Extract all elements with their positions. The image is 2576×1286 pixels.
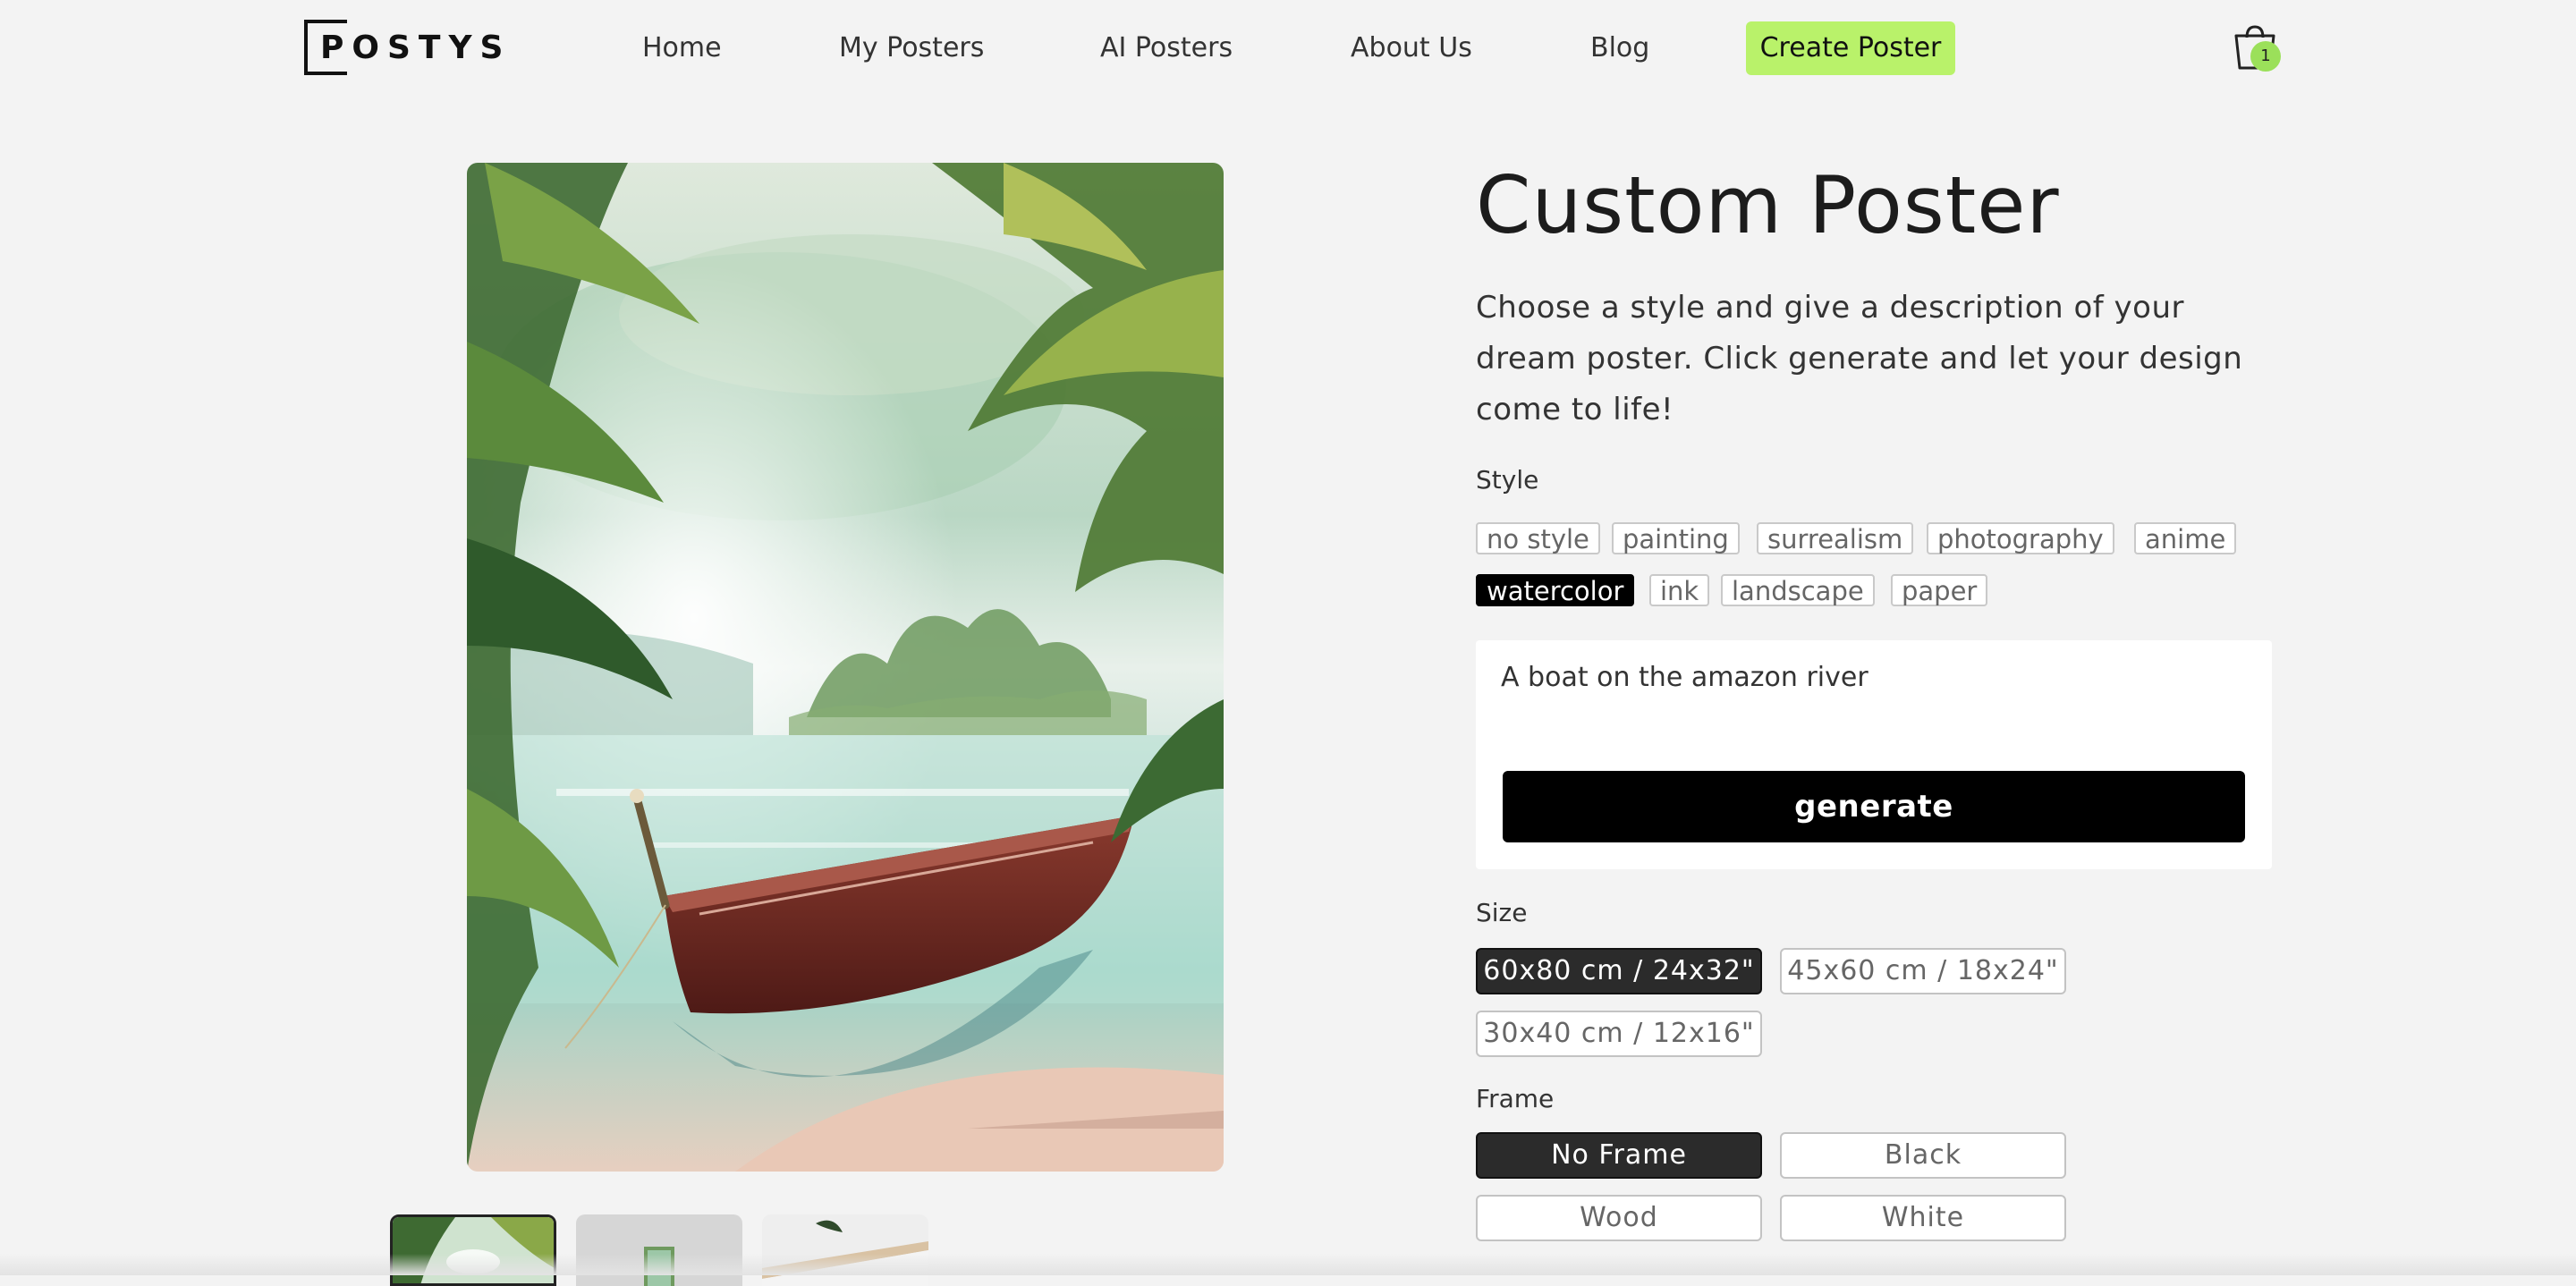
size-option-45x60[interactable]: 45x60 cm / 18x24" [1780,948,2066,994]
style-chip-surrealism[interactable]: surrealism [1757,522,1914,554]
style-chip-landscape[interactable]: landscape [1721,574,1875,606]
frame-label: Frame [1476,1084,1555,1113]
nav-home[interactable]: Home [642,21,722,75]
style-label: Style [1476,465,1539,495]
nav-about-us[interactable]: About Us [1351,21,1472,75]
thumbnail-frame-mockup[interactable] [762,1214,928,1286]
style-chip-photography[interactable]: photography [1927,522,2114,554]
frame-option-wood[interactable]: Wood [1476,1195,1762,1241]
style-chip-paper[interactable]: paper [1891,574,1988,606]
nav-blog[interactable]: Blog [1590,21,1649,75]
style-chip-painting[interactable]: painting [1612,522,1740,554]
thumbnail-artwork[interactable] [390,1214,556,1286]
style-chip-watercolor[interactable]: watercolor [1476,574,1635,606]
prompt-input[interactable]: A boat on the amazon river [1501,662,2234,693]
thumbnail-frame-mockup-image [762,1214,928,1286]
cart-count-badge: 1 [2250,41,2281,72]
prompt-card: A boat on the amazon river generate [1476,640,2272,869]
thumbnail-artwork-image [393,1217,554,1283]
size-option-60x80[interactable]: 60x80 cm / 24x32" [1476,948,1762,994]
frame-option-black[interactable]: Black [1780,1132,2066,1179]
size-option-30x40[interactable]: 30x40 cm / 12x16" [1476,1011,1762,1057]
thumbnail-wall-mockup[interactable] [576,1214,742,1286]
frame-option-no-frame[interactable]: No Frame [1476,1132,1762,1179]
generate-button[interactable]: generate [1503,771,2245,842]
style-chip-anime[interactable]: anime [2134,522,2237,554]
product-description: Choose a style and give a description of… [1476,290,2243,427]
size-label: Size [1476,898,1528,927]
logo[interactable]: POSTYS [304,20,503,75]
poster-preview-image [467,163,1224,1172]
style-chip-ink[interactable]: ink [1649,574,1710,606]
nav-ai-posters[interactable]: AI Posters [1100,21,1233,75]
logo-text: POSTYS [320,29,512,66]
create-poster-button[interactable]: Create Poster [1746,21,1955,75]
style-chip-no-style[interactable]: no style [1476,522,1600,554]
page-bottom-shadow [0,1254,2576,1275]
nav-my-posters[interactable]: My Posters [839,21,984,75]
page-title: Custom Poster [1476,159,2060,251]
thumbnail-wall-mockup-image [576,1214,742,1286]
frame-option-white[interactable]: White [1780,1195,2066,1241]
poster-artwork [467,163,1224,1172]
